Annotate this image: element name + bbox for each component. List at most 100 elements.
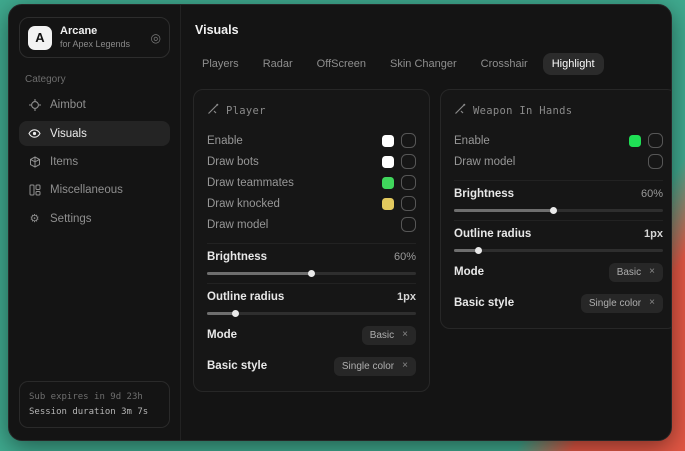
tab-players[interactable]: Players	[193, 53, 248, 75]
toggle-row-enable: Enable	[207, 130, 416, 151]
color-swatch[interactable]	[382, 156, 394, 168]
checkbox[interactable]	[648, 154, 663, 169]
basic-style-chip[interactable]: Single color ×	[581, 294, 663, 313]
page-title: Visuals	[195, 23, 672, 37]
basic-style-chip[interactable]: Single color ×	[334, 357, 416, 376]
sidebar-item-label: Miscellaneous	[50, 184, 123, 196]
mode-select-row: Mode Basic ×	[454, 261, 663, 283]
toggle-row-draw-model: Draw model	[454, 151, 663, 172]
category-label: Category	[25, 74, 164, 85]
color-swatch[interactable]	[382, 177, 394, 189]
toggle-row-draw-teammates: Draw teammates	[207, 172, 416, 193]
select-label: Basic style	[454, 297, 514, 309]
color-swatch[interactable]	[382, 135, 394, 147]
checkbox[interactable]	[648, 133, 663, 148]
basic-style-select-row: Basic style Single color ×	[207, 355, 416, 377]
brightness-slider-section: Brightness 60%	[454, 180, 663, 212]
toggle-label: Draw knocked	[207, 198, 280, 210]
main-content: Visuals Players Radar OffScreen Skin Cha…	[181, 5, 672, 440]
app-window: A Arcane for Apex Legends ◎ Category Aim…	[8, 4, 672, 441]
slider-label: Outline radius	[207, 291, 284, 303]
toggle-row-enable: Enable	[454, 130, 663, 151]
sidebar-item-aimbot[interactable]: Aimbot	[19, 93, 170, 117]
sidebar-item-label: Visuals	[50, 128, 87, 140]
sidebar: A Arcane for Apex Legends ◎ Category Aim…	[9, 5, 181, 440]
slider-value: 60%	[394, 251, 416, 263]
select-label: Mode	[207, 329, 237, 341]
tab-crosshair[interactable]: Crosshair	[472, 53, 537, 75]
weapon-icon	[454, 102, 466, 120]
toggle-label: Draw model	[454, 156, 515, 168]
player-icon	[207, 102, 219, 120]
tab-skin-changer[interactable]: Skin Changer	[381, 53, 466, 75]
slider-label: Brightness	[454, 188, 514, 200]
mode-select-row: Mode Basic ×	[207, 324, 416, 346]
sidebar-nav: Aimbot Visuals Items Miscellaneous	[19, 93, 170, 231]
sidebar-item-miscellaneous[interactable]: Miscellaneous	[19, 178, 170, 202]
player-panel: Player Enable Draw bots	[193, 89, 430, 392]
outline-radius-slider-section: Outline radius 1px	[207, 283, 416, 315]
sidebar-item-settings[interactable]: ⚙ Settings	[19, 206, 170, 231]
remove-icon[interactable]: ×	[649, 267, 655, 277]
slider-value: 1px	[397, 291, 416, 303]
slider-thumb[interactable]	[232, 310, 239, 317]
mode-chip[interactable]: Basic ×	[609, 263, 663, 282]
toggle-label: Draw bots	[207, 156, 259, 168]
tab-radar[interactable]: Radar	[254, 53, 302, 75]
outline-radius-slider[interactable]	[207, 312, 416, 315]
toggle-label: Draw model	[207, 219, 268, 231]
weapon-in-hands-panel: Weapon In Hands Enable Draw model	[440, 89, 672, 329]
checkbox[interactable]	[401, 133, 416, 148]
tab-highlight[interactable]: Highlight	[543, 53, 604, 75]
layout-icon	[28, 184, 41, 196]
tab-offscreen[interactable]: OffScreen	[308, 53, 375, 75]
select-label: Mode	[454, 266, 484, 278]
app-logo: A	[28, 26, 52, 50]
slider-label: Brightness	[207, 251, 267, 263]
outline-radius-slider[interactable]	[454, 249, 663, 252]
slider-label: Outline radius	[454, 228, 531, 240]
chip-value: Basic	[370, 330, 394, 341]
focus-icon[interactable]: ◎	[151, 31, 161, 45]
select-label: Basic style	[207, 360, 267, 372]
app-subtitle: for Apex Legends	[60, 39, 143, 50]
color-swatch[interactable]	[629, 135, 641, 147]
remove-icon[interactable]: ×	[402, 361, 408, 371]
slider-thumb[interactable]	[550, 207, 557, 214]
checkbox[interactable]	[401, 196, 416, 211]
checkbox[interactable]	[401, 217, 416, 232]
sidebar-item-visuals[interactable]: Visuals	[19, 121, 170, 146]
toggle-label: Enable	[454, 135, 490, 147]
sub-expiry-text: Sub expires in 9d 23h	[29, 390, 160, 404]
slider-value: 1px	[644, 228, 663, 240]
subscription-card: Sub expires in 9d 23h Session duration 3…	[19, 381, 170, 428]
checkbox[interactable]	[401, 154, 416, 169]
brightness-slider[interactable]	[454, 209, 663, 212]
brightness-slider-section: Brightness 60%	[207, 243, 416, 275]
remove-icon[interactable]: ×	[402, 330, 408, 340]
sidebar-item-label: Aimbot	[50, 99, 86, 111]
app-name: Arcane	[60, 25, 143, 39]
cube-icon	[28, 156, 41, 168]
logo-card: A Arcane for Apex Legends ◎	[19, 17, 170, 58]
basic-style-select-row: Basic style Single color ×	[454, 292, 663, 314]
checkbox[interactable]	[401, 175, 416, 190]
tab-bar: Players Radar OffScreen Skin Changer Cro…	[193, 53, 672, 75]
color-swatch[interactable]	[382, 198, 394, 210]
toggle-label: Enable	[207, 135, 243, 147]
slider-thumb[interactable]	[475, 247, 482, 254]
mode-chip[interactable]: Basic ×	[362, 326, 416, 345]
sidebar-item-items[interactable]: Items	[19, 150, 170, 174]
outline-radius-slider-section: Outline radius 1px	[454, 220, 663, 252]
remove-icon[interactable]: ×	[649, 298, 655, 308]
chip-value: Single color	[589, 298, 641, 309]
toggle-row-draw-bots: Draw bots	[207, 151, 416, 172]
sidebar-item-label: Items	[50, 156, 78, 168]
brightness-slider[interactable]	[207, 272, 416, 275]
session-duration-text: Session duration 3m 7s	[29, 405, 160, 419]
toggle-row-draw-model: Draw model	[207, 214, 416, 235]
crosshair-icon	[28, 99, 41, 111]
toggle-row-draw-knocked: Draw knocked	[207, 193, 416, 214]
gear-icon: ⚙	[28, 212, 41, 225]
slider-thumb[interactable]	[308, 270, 315, 277]
